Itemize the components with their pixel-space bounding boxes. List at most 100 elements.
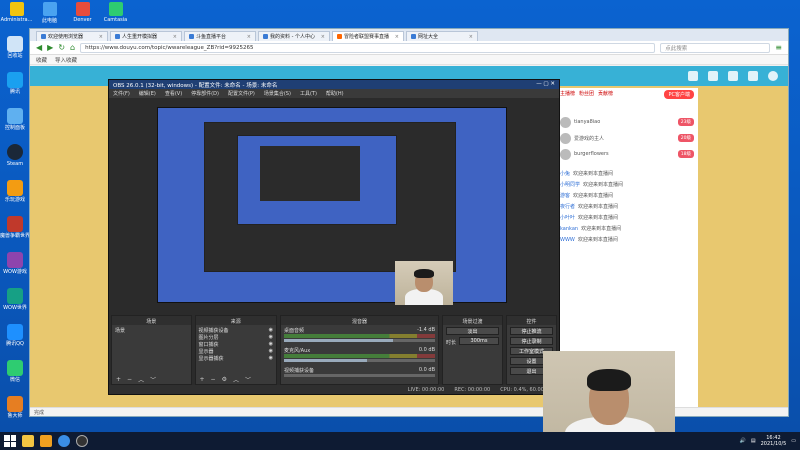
eye-icon[interactable]: ◉: [269, 327, 273, 334]
notification-icon[interactable]: ▭: [791, 438, 796, 444]
close-icon[interactable]: ×: [395, 34, 399, 40]
gear-icon[interactable]: ⚙: [222, 376, 227, 383]
desktop-icon-steam[interactable]: Steam: [2, 144, 28, 177]
bookmark-favorites[interactable]: 收藏: [36, 56, 47, 64]
add-icon[interactable]: +: [116, 376, 121, 383]
desktop-icon-control-panel[interactable]: 控制面板: [2, 108, 28, 141]
eye-icon[interactable]: ◉: [269, 334, 273, 341]
chevron-up-icon[interactable]: ︿: [138, 375, 144, 384]
obs-icon[interactable]: [76, 435, 88, 447]
back-icon[interactable]: ◀: [36, 43, 42, 52]
pc-client-button[interactable]: PC客户端: [664, 90, 694, 99]
duration-input[interactable]: 300ms: [459, 337, 499, 345]
follow-icon[interactable]: [708, 71, 718, 81]
rec-timer: REC: 00:00:00: [454, 387, 491, 393]
browser-tab[interactable]: 网址大全 ×: [406, 31, 478, 41]
wow3-icon: [7, 288, 23, 304]
browser-tab[interactable]: 人生重开模拟器 ×: [110, 31, 182, 41]
eye-icon[interactable]: ◉: [269, 341, 273, 348]
rank-row[interactable]: 爱游戏的主人 20级: [560, 130, 694, 146]
volume-slider[interactable]: [284, 339, 436, 342]
history-icon[interactable]: [688, 71, 698, 81]
dock-toolbar: + − ⚙ ︿ ﹀: [196, 375, 276, 384]
stop-streaming-button[interactable]: 停止推流: [509, 327, 553, 335]
tab-fan-club[interactable]: 粉丝团: [579, 90, 594, 98]
desktop-icon-wow2[interactable]: WOW游戏: [2, 252, 28, 285]
clock[interactable]: 16:42 2021/10/5: [761, 435, 787, 447]
desktop-icon-administrator[interactable]: Administra...: [0, 0, 33, 27]
refresh-icon[interactable]: ↻: [58, 43, 65, 52]
avatar[interactable]: [768, 71, 778, 81]
desktop-icon-wechat[interactable]: 微信: [2, 360, 28, 393]
desktop-icon-camtasia[interactable]: Camtasia: [99, 0, 132, 27]
browser-tab-active[interactable]: 冒险者联盟赛事直播 ×: [332, 31, 404, 41]
search-input[interactable]: 点此搜索: [660, 42, 771, 53]
menu-file[interactable]: 文件(F): [113, 90, 130, 97]
taskbar-app-icon[interactable]: [40, 435, 52, 447]
volume-slider[interactable]: [284, 374, 436, 377]
browser-icon[interactable]: [58, 435, 70, 447]
desktop-icon-wow[interactable]: 魔兽争霸世界: [0, 216, 30, 249]
menu-view[interactable]: 查看(V): [165, 90, 182, 97]
download-icon[interactable]: [728, 71, 738, 81]
desktop-icon-tencent[interactable]: 腾讯: [2, 72, 28, 105]
remove-icon[interactable]: −: [127, 376, 132, 383]
menu-tools[interactable]: 工具(T): [300, 90, 317, 97]
network-icon[interactable]: ▤: [751, 438, 756, 444]
stop-recording-button[interactable]: 停止录制: [509, 337, 553, 345]
close-icon[interactable]: ×: [469, 34, 473, 40]
menu-profile[interactable]: 配置文件(P): [228, 90, 255, 97]
browser-tab[interactable]: 欢迎使用浏览器 ×: [36, 31, 108, 41]
message-icon[interactable]: [748, 71, 758, 81]
window-controls[interactable]: — ▢ ✕: [536, 81, 555, 88]
menu-help[interactable]: 帮助(H): [326, 90, 344, 97]
desktop-icon-computer[interactable]: 此电脑: [33, 0, 66, 27]
obs-preview[interactable]: [157, 107, 507, 303]
level-badge: 20级: [677, 134, 694, 142]
rank-row[interactable]: burgerflowers 18级: [560, 146, 694, 162]
forward-icon[interactable]: ▶: [47, 43, 53, 52]
close-icon[interactable]: ×: [173, 34, 177, 40]
desktop-icon-qq[interactable]: 腾讯QQ: [2, 324, 28, 357]
source-item[interactable]: 显示器捕获 ◉: [199, 355, 273, 362]
menu-edit[interactable]: 编辑(E): [139, 90, 156, 97]
eye-icon[interactable]: ◉: [269, 355, 273, 362]
source-item[interactable]: 窗口捕获 ◉: [199, 341, 273, 348]
scene-item[interactable]: 场景: [115, 327, 188, 334]
chevron-down-icon[interactable]: ﹀: [150, 375, 156, 384]
windows-start-icon[interactable]: [4, 435, 16, 447]
chevron-down-icon[interactable]: ﹀: [245, 375, 251, 384]
menu-icon[interactable]: ≡: [775, 43, 782, 52]
file-explorer-icon[interactable]: [22, 435, 34, 447]
volume-meter: [284, 354, 436, 358]
bookmark-import[interactable]: 导入收藏: [55, 56, 77, 64]
desktop-icon-recycle[interactable]: 回收站: [2, 36, 28, 69]
home-icon[interactable]: ⌂: [70, 43, 75, 52]
volume-slider[interactable]: [284, 359, 436, 362]
chevron-up-icon[interactable]: ︿: [233, 375, 239, 384]
source-item[interactable]: 视频捕获设备 ◉: [199, 327, 273, 334]
obs-docks: 场景 场景 + − ︿ ﹀ 来源 视频捕获设备 ◉ 图片分层 ◉ 窗口捕获 ◉ 显示器 ◉ 显…: [109, 315, 559, 385]
menu-scene-collection[interactable]: 场景集合(S): [264, 90, 291, 97]
remove-icon[interactable]: −: [211, 376, 216, 383]
source-item[interactable]: 显示器 ◉: [199, 348, 273, 355]
tab-anchor-rank[interactable]: 主播榜: [560, 90, 575, 98]
tab-contribution[interactable]: 贡献榜: [598, 90, 613, 98]
browser-tab[interactable]: 斗鱼直播平台 ×: [184, 31, 256, 41]
close-icon[interactable]: ×: [247, 34, 251, 40]
url-input[interactable]: https://www.douyu.com/topic/wwareleague_…: [80, 42, 656, 53]
source-item[interactable]: 图片分层 ◉: [199, 334, 273, 341]
menu-docks[interactable]: 停靠部件(D): [191, 90, 219, 97]
desktop-icon-game[interactable]: 乐玩游戏: [2, 180, 28, 213]
rank-row[interactable]: tianya8iao 23级: [560, 114, 694, 130]
close-icon[interactable]: ×: [99, 34, 103, 40]
desktop-icon-wow3[interactable]: WOW世界: [2, 288, 28, 321]
desktop-icon-denver[interactable]: Denver: [66, 0, 99, 27]
desktop-icon-ludashi[interactable]: 鲁大师: [2, 396, 28, 429]
transition-select[interactable]: 淡出: [446, 327, 499, 335]
volume-icon[interactable]: 🔊: [740, 438, 746, 444]
browser-tab[interactable]: 我的资料 - 个人中心 ×: [258, 31, 330, 41]
add-icon[interactable]: +: [200, 376, 205, 383]
close-icon[interactable]: ×: [321, 34, 325, 40]
eye-icon[interactable]: ◉: [269, 348, 273, 355]
